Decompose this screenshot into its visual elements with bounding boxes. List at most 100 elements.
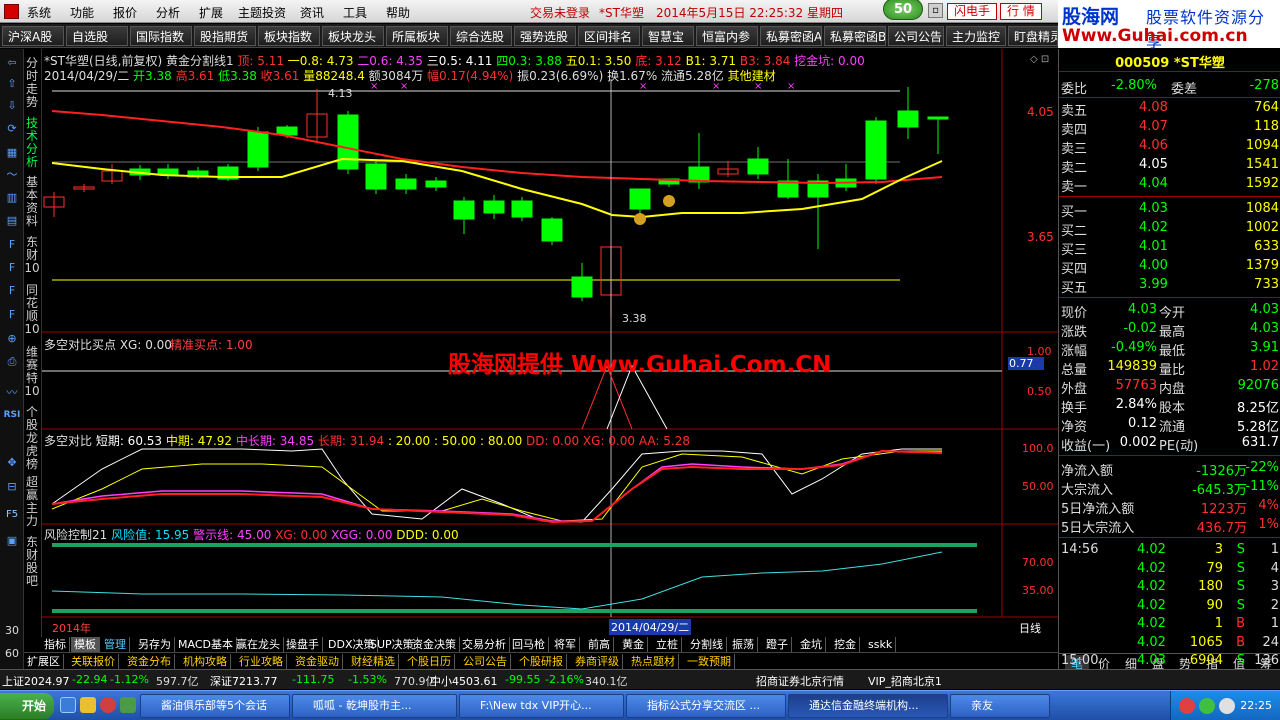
indicator-tab[interactable]: 将军 xyxy=(551,637,580,652)
indicator-tab[interactable]: 管理 xyxy=(101,637,130,652)
menu-function[interactable]: 功能 xyxy=(70,4,94,21)
tab-weisaite[interactable]: 维赛特10 xyxy=(24,346,40,398)
tb-intl-index[interactable]: 国际指数 xyxy=(130,26,192,46)
ind-icon[interactable]: 〰 xyxy=(3,385,21,401)
indicator-tab[interactable]: 赢在龙头 xyxy=(233,637,284,652)
tb-sector-leader[interactable]: 板块龙头 xyxy=(322,26,384,46)
f5-icon[interactable]: F5 xyxy=(3,507,21,523)
tb-range-rank[interactable]: 区间排名 xyxy=(578,26,640,46)
f12-icon[interactable]: F xyxy=(3,283,21,299)
tb-private-b[interactable]: 私募密函B xyxy=(824,26,886,46)
indicator-tab[interactable]: 黄金 xyxy=(619,637,648,652)
menu-extend[interactable]: 扩展 xyxy=(199,4,223,21)
extension-tab[interactable]: 热点题材 xyxy=(628,654,679,669)
indicator-tab[interactable]: 模板 xyxy=(71,637,100,652)
tb-combo-select[interactable]: 综合选股 xyxy=(450,26,512,46)
tab-fundamental[interactable]: 基本资料 xyxy=(24,176,40,228)
print-icon[interactable]: ⎙ xyxy=(3,354,21,370)
line-icon[interactable]: 〜 xyxy=(3,167,21,183)
chart-expand-icon[interactable]: ◇ ⊡ xyxy=(1030,54,1049,65)
indicator-tab[interactable]: 金坑 xyxy=(797,637,826,652)
tab-tonghuashun[interactable]: 同花顺10 xyxy=(24,284,40,336)
tb-hengfu[interactable]: 恒富内参 xyxy=(696,26,758,46)
tb-sector-index[interactable]: 板块指数 xyxy=(258,26,320,46)
extension-tab[interactable]: 机构攻略 xyxy=(180,654,231,669)
menu-news[interactable]: 资讯 xyxy=(300,4,324,21)
bar-icon[interactable]: ▥ xyxy=(3,190,21,206)
bar2-icon[interactable]: ▤ xyxy=(3,213,21,229)
tb-zhihuibao[interactable]: 智慧宝 xyxy=(642,26,694,46)
tray-network-icon[interactable] xyxy=(1199,698,1215,714)
extension-tab[interactable]: 关联报价 xyxy=(68,654,119,669)
menu-analysis[interactable]: 分析 xyxy=(156,4,180,21)
extension-tab[interactable]: 财经精选 xyxy=(348,654,399,669)
extension-tab[interactable]: 资金分布 xyxy=(124,654,175,669)
indicator-tab[interactable]: 资金决策 xyxy=(409,637,460,652)
quicklaunch-chrome-icon[interactable] xyxy=(100,697,116,713)
tab-intraday[interactable]: 分时走势 xyxy=(24,57,40,109)
extension-tab[interactable]: 行业攻略 xyxy=(236,654,287,669)
login-status[interactable]: 交易未登录 xyxy=(530,4,590,21)
tb-strong-select[interactable]: 强势选股 xyxy=(514,26,576,46)
tb-watchlist[interactable]: 自选股 xyxy=(66,26,128,46)
indicator-tab[interactable]: 指标 xyxy=(41,637,70,652)
win-icon[interactable]: ▣ xyxy=(3,533,21,549)
indicator-tab[interactable]: 回马枪 xyxy=(509,637,549,652)
quote-button[interactable]: 行 情 xyxy=(1000,3,1042,20)
start-button[interactable]: 开始 xyxy=(0,693,54,719)
indicator-tab[interactable]: 操盘手 xyxy=(283,637,323,652)
indicator-tab[interactable]: 挖金 xyxy=(831,637,860,652)
tb-futures[interactable]: 股指期货 xyxy=(194,26,256,46)
extension-tab[interactable]: 一致预期 xyxy=(684,654,735,669)
cross-icon[interactable]: ✥ xyxy=(3,455,21,471)
refresh-icon[interactable]: ⟳ xyxy=(3,121,21,137)
tray-volume-icon[interactable] xyxy=(1219,698,1235,714)
tb-private-a[interactable]: 私募密函A xyxy=(760,26,822,46)
indicator-tab[interactable]: 另存为 xyxy=(135,637,175,652)
extension-tab[interactable]: 个股研报 xyxy=(516,654,567,669)
grid-icon[interactable]: ▦ xyxy=(3,145,21,161)
menu-theme-invest[interactable]: 主题投资 xyxy=(238,4,286,21)
extension-tab[interactable]: 个股日历 xyxy=(404,654,455,669)
indicator-tab[interactable]: 分割线 xyxy=(687,637,727,652)
clock[interactable]: 22:25 xyxy=(1240,699,1272,712)
extension-tab[interactable]: 资金驱动 xyxy=(292,654,343,669)
extension-tab[interactable]: 扩展区 xyxy=(24,654,64,669)
kline-chart-area[interactable]: × × × × × × *ST华塑(日线,前复权) 黄金分割线1 顶: 5.11 一0.8… xyxy=(41,49,1059,637)
minus-icon[interactable]: ⊟ xyxy=(3,479,21,495)
task-tdx-terminal[interactable]: 通达信金融终端机构... xyxy=(788,694,948,718)
task-forum[interactable]: 指标公式分享交流区 ... xyxy=(626,694,786,718)
flash-trade-button[interactable]: 闪电手 xyxy=(947,3,998,20)
tb-watch-genie[interactable]: 盯盘精灵 xyxy=(1008,26,1058,46)
extension-tab[interactable]: 公司公告 xyxy=(460,654,511,669)
task-guagua[interactable]: 呱呱 - 乾坤股市主... xyxy=(292,694,457,718)
task-qq-sessions[interactable]: 酱油俱乐部等5个会话 xyxy=(140,694,290,718)
tab-super-main[interactable]: 超赢主力 xyxy=(24,476,40,528)
score-badge[interactable]: 50 xyxy=(883,0,923,20)
indicator-tab[interactable]: 交易分析 xyxy=(459,637,510,652)
f11-icon[interactable]: F xyxy=(3,260,21,276)
indicator-tab[interactable]: 蹬子 xyxy=(763,637,792,652)
tb-shsz-a[interactable]: 沪深A股 xyxy=(2,26,64,46)
down-icon[interactable]: ⇩ xyxy=(3,98,21,114)
tb-own-sector[interactable]: 所属板块 xyxy=(386,26,448,46)
menu-system[interactable]: 系统 xyxy=(27,4,51,21)
back-icon[interactable]: ⇦ xyxy=(3,55,21,71)
f10-icon[interactable]: F xyxy=(3,237,21,253)
indicator-tab[interactable]: sskk xyxy=(865,637,897,652)
tb-announcement[interactable]: 公司公告 xyxy=(888,26,944,46)
tray-app-icon[interactable] xyxy=(1179,698,1195,714)
quicklaunch-folder-icon[interactable] xyxy=(80,697,96,713)
f13-icon[interactable]: F xyxy=(3,307,21,323)
period-label[interactable]: 日线 xyxy=(1019,620,1041,636)
up-icon[interactable]: ⇧ xyxy=(3,76,21,92)
extension-tab[interactable]: 券商评级 xyxy=(572,654,623,669)
tab-guba[interactable]: 东财股吧 xyxy=(24,536,40,588)
indicator-tab[interactable]: 振荡 xyxy=(729,637,758,652)
rsi-icon[interactable]: RSI xyxy=(3,407,21,423)
menu-help[interactable]: 帮助 xyxy=(386,4,410,21)
tab-dongcai[interactable]: 东财10 xyxy=(24,236,40,275)
tb-main-monitor[interactable]: 主力监控 xyxy=(946,26,1006,46)
indicator-tab[interactable]: 立桩 xyxy=(653,637,682,652)
quicklaunch-desktop-icon[interactable] xyxy=(120,697,136,713)
